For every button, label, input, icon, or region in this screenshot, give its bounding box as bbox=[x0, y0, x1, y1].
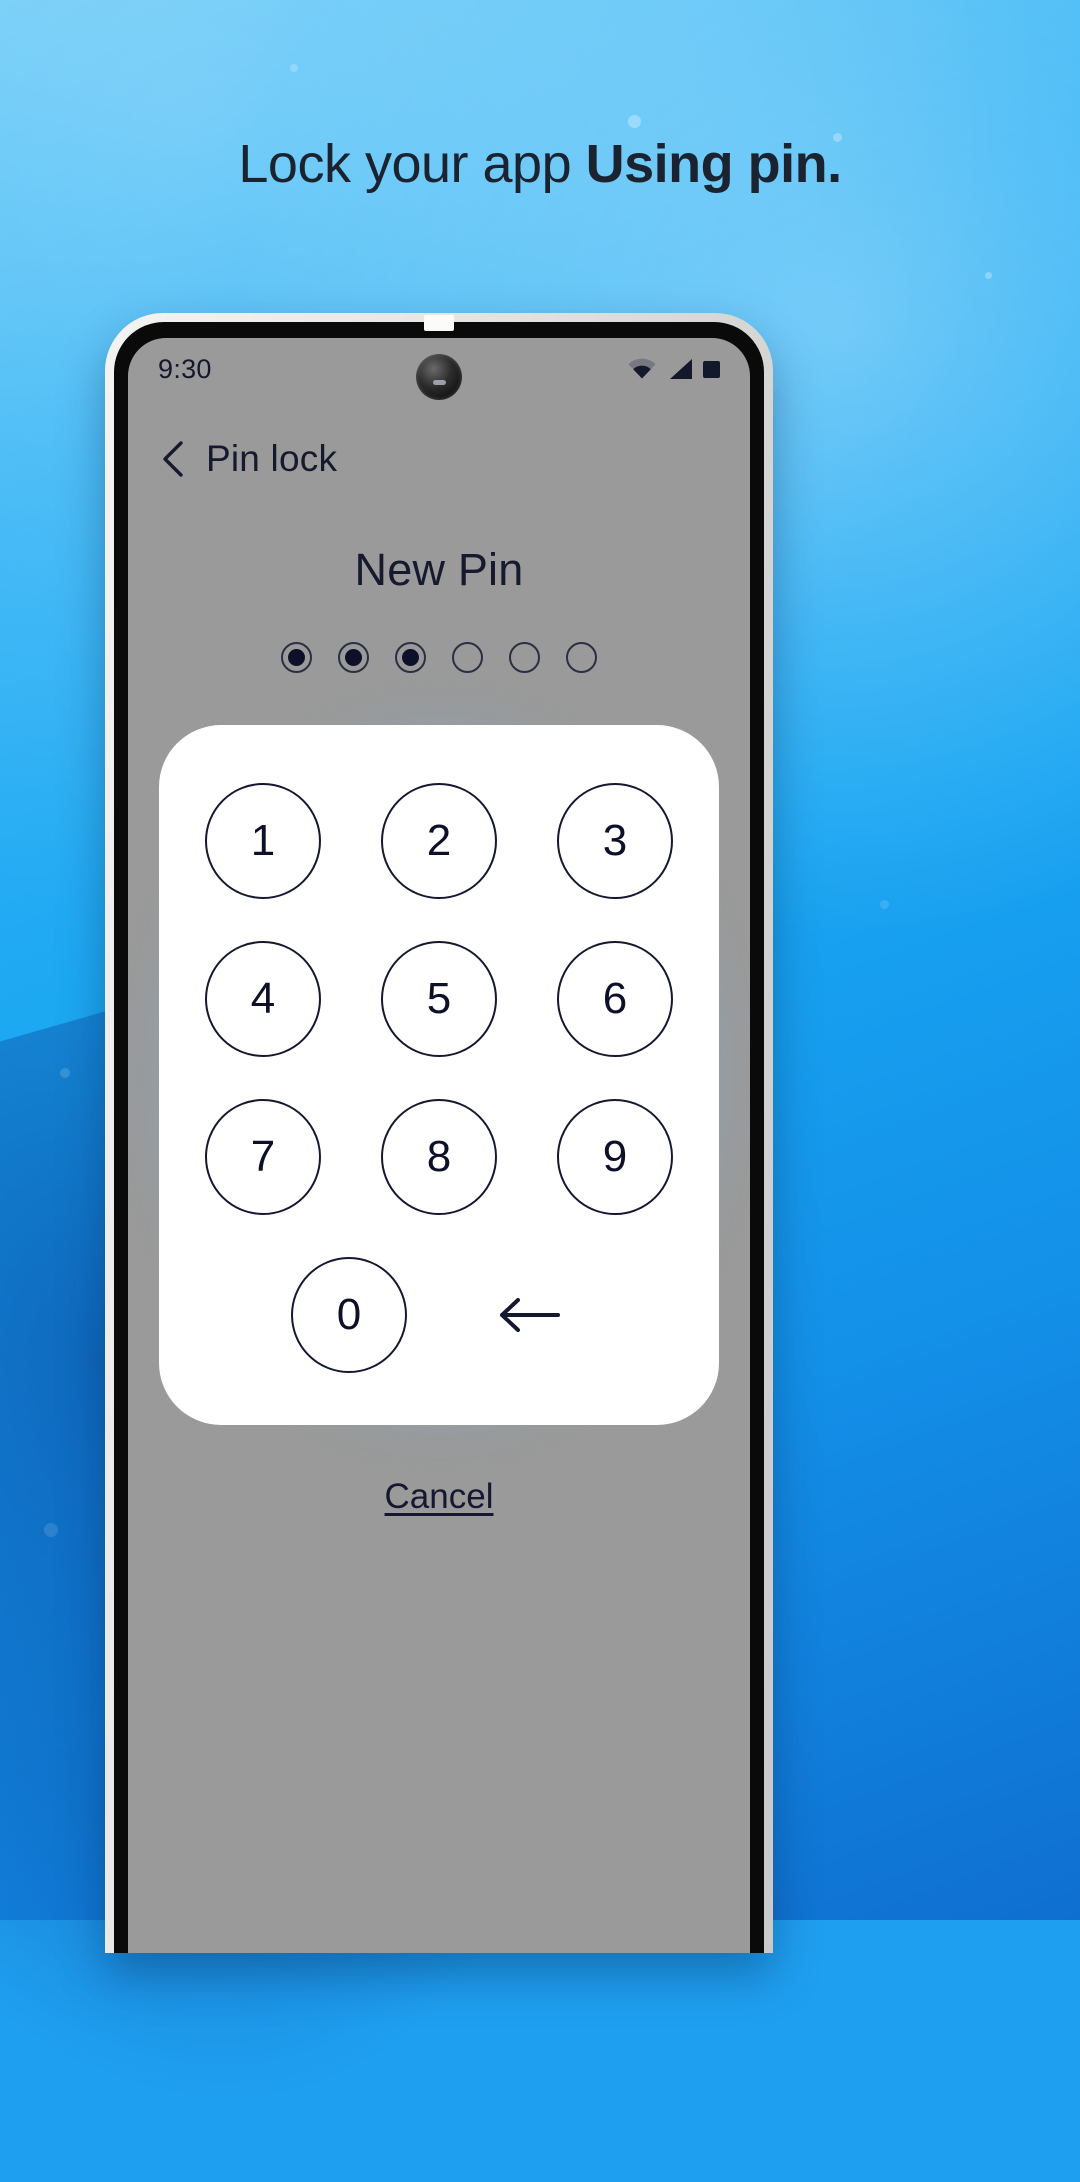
key-5[interactable]: 5 bbox=[381, 941, 497, 1057]
earpiece-speaker bbox=[424, 315, 454, 331]
key-2[interactable]: 2 bbox=[381, 783, 497, 899]
headline-bold-part: Using pin. bbox=[585, 134, 842, 194]
keypad-row: 0 bbox=[205, 1257, 673, 1373]
keypad-row: 7 8 9 bbox=[205, 1099, 673, 1215]
keypad-row: 4 5 6 bbox=[205, 941, 673, 1057]
key-3[interactable]: 3 bbox=[557, 783, 673, 899]
phone-bezel: 9:30 Pin lock New Pin 1 2 3 4 5 6 7 8 9 … bbox=[114, 322, 764, 1953]
status-icons bbox=[627, 357, 720, 381]
app-bar: Pin lock bbox=[128, 400, 750, 496]
key-6[interactable]: 6 bbox=[557, 941, 673, 1057]
headline-regular-part: Lock your app bbox=[238, 134, 586, 194]
phone-screen: 9:30 Pin lock New Pin 1 2 3 4 5 6 7 8 9 … bbox=[128, 338, 750, 1953]
chevron-left-icon[interactable] bbox=[160, 440, 186, 478]
pin-dot-filled bbox=[338, 642, 369, 673]
pin-dot-empty bbox=[509, 642, 540, 673]
status-clock: 9:30 bbox=[158, 353, 212, 384]
status-bar: 9:30 bbox=[128, 338, 750, 400]
backspace-button[interactable] bbox=[471, 1257, 587, 1373]
page-title: New Pin bbox=[354, 544, 524, 595]
keypad-row: 1 2 3 bbox=[205, 783, 673, 899]
key-1[interactable]: 1 bbox=[205, 783, 321, 899]
key-8[interactable]: 8 bbox=[381, 1099, 497, 1215]
battery-icon bbox=[703, 360, 720, 378]
cancel-button[interactable]: Cancel bbox=[385, 1477, 494, 1516]
app-bar-title: Pin lock bbox=[206, 438, 338, 479]
key-7[interactable]: 7 bbox=[205, 1099, 321, 1215]
pin-dot-filled bbox=[395, 642, 426, 673]
backspace-arrow-icon bbox=[500, 1298, 560, 1332]
signal-icon bbox=[670, 359, 692, 379]
numeric-keypad: 1 2 3 4 5 6 7 8 9 0 bbox=[159, 725, 719, 1425]
key-4[interactable]: 4 bbox=[205, 941, 321, 1057]
pin-dot-empty bbox=[566, 642, 597, 673]
pin-dot-filled bbox=[281, 642, 312, 673]
front-camera-punchhole-icon bbox=[416, 354, 462, 400]
pin-dot-empty bbox=[452, 642, 483, 673]
key-0[interactable]: 0 bbox=[291, 1257, 407, 1373]
cancel-row: Cancel bbox=[128, 1477, 750, 1545]
key-9[interactable]: 9 bbox=[557, 1099, 673, 1215]
pin-dots-indicator bbox=[128, 642, 750, 673]
keypad-container: 1 2 3 4 5 6 7 8 9 0 bbox=[133, 699, 745, 1451]
phone-mockup: 9:30 Pin lock New Pin 1 2 3 4 5 6 7 8 9 … bbox=[105, 313, 773, 1953]
promo-headline: Lock your app Using pin. bbox=[0, 134, 1080, 194]
wifi-icon bbox=[628, 358, 656, 379]
